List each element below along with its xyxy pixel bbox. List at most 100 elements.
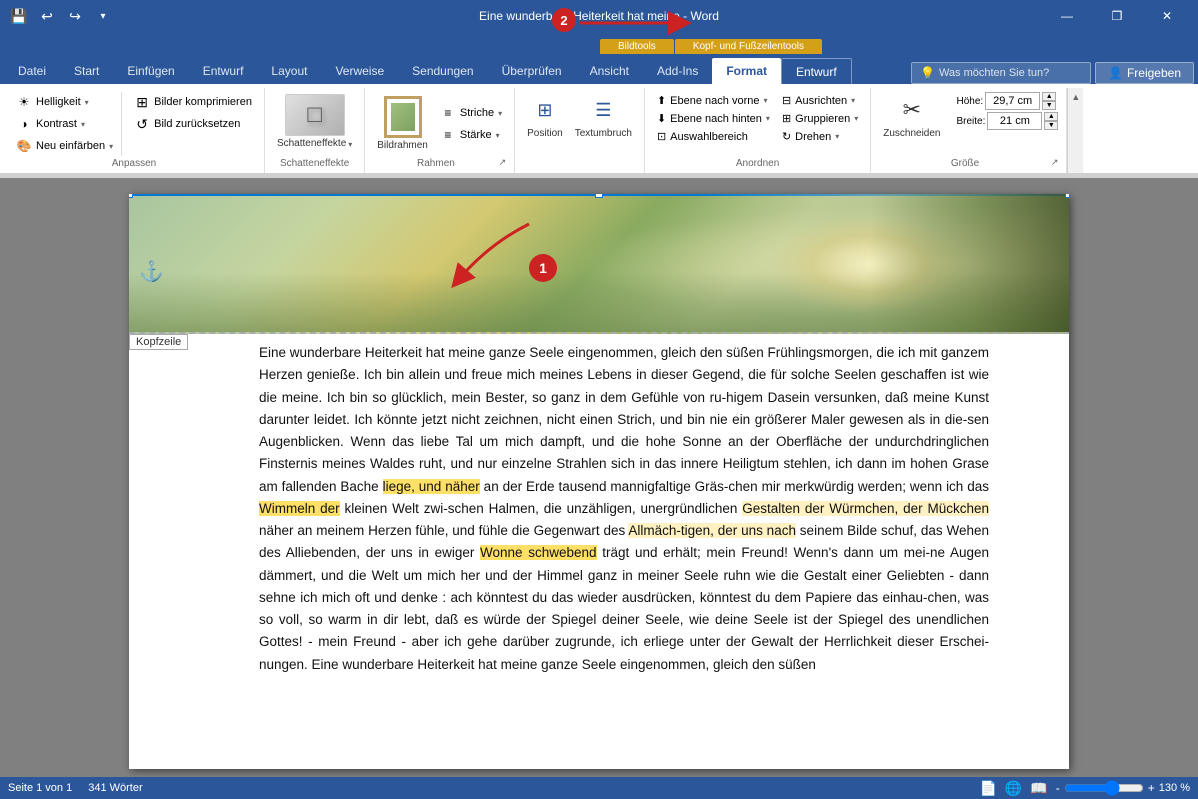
- grosse-label: Größe: [879, 156, 1051, 169]
- breite-label: Breite:: [956, 116, 985, 127]
- zuschneiden-button[interactable]: ✂ Zuschneiden: [879, 92, 944, 142]
- textumbruch-button[interactable]: ☰ Textumbruch: [571, 92, 636, 142]
- context-tab-bildtools[interactable]: Bildtools: [600, 39, 674, 54]
- helligkeit-button[interactable]: ☀ Helligkeit ▾: [12, 92, 117, 112]
- highlight-4: Allmäch-tigen, der uns nach: [628, 523, 796, 538]
- helligkeit-icon: ☀: [16, 94, 32, 110]
- web-view-icon[interactable]: 🌐: [1005, 780, 1022, 797]
- header-section: Kopfzeile Eine wunderbare Heiterkeit hat…: [129, 334, 1069, 692]
- minimize-button[interactable]: —: [1044, 0, 1090, 32]
- print-view-icon[interactable]: 📄: [979, 780, 996, 797]
- ribbon-group-grosse: ✂ Zuschneiden Höhe: ▲ ▼ Breite: ▲: [871, 88, 1067, 173]
- hohe-down-button[interactable]: ▼: [1042, 101, 1056, 110]
- breite-row: Breite: ▲ ▼: [956, 112, 1058, 130]
- hohe-up-button[interactable]: ▲: [1042, 92, 1056, 101]
- bildrahmen-icon: [384, 96, 422, 138]
- drehen-button[interactable]: ↻ Drehen ▾: [778, 128, 862, 145]
- striche-button[interactable]: ≡ Striche ▾: [436, 103, 506, 123]
- ebene-vorne-button[interactable]: ⬆ Ebene nach vorne ▾: [653, 92, 774, 109]
- zoom-out-button[interactable]: -: [1056, 781, 1060, 795]
- ribbon-group-rahmen: Bildrahmen ≡ Striche ▾ ≡ Stärke ▾ Rahmen…: [365, 88, 515, 173]
- hohe-label: Höhe:: [956, 96, 983, 107]
- tab-uberprufen[interactable]: Überprüfen: [488, 58, 576, 84]
- tab-add-ins[interactable]: Add-Ins: [643, 58, 712, 84]
- schatteneffekte-button[interactable]: □ Schatteneffekte ▾: [273, 92, 356, 152]
- resize-handle-top[interactable]: [595, 194, 603, 198]
- tell-me-search[interactable]: 💡 Was möchten Sie tun?: [911, 62, 1091, 84]
- bildrahmen-button[interactable]: Bildrahmen: [373, 94, 432, 154]
- save-icon[interactable]: 💾: [8, 5, 30, 27]
- tab-einfugen[interactable]: Einfügen: [113, 58, 188, 84]
- position-content: ⊞ Position ☰ Textumbruch: [523, 92, 636, 169]
- tab-layout[interactable]: Layout: [257, 58, 321, 84]
- hohe-spinners: ▲ ▼: [1042, 92, 1056, 110]
- align-icon: ⊟: [782, 94, 791, 107]
- hohe-input[interactable]: [985, 92, 1040, 110]
- schatteneffekte-content: □ Schatteneffekte ▾: [273, 92, 356, 156]
- read-view-icon[interactable]: 📖: [1030, 780, 1047, 797]
- bild-zurucksetzen-button[interactable]: ↺ Bild zurücksetzen: [130, 114, 256, 134]
- size-inputs: Höhe: ▲ ▼ Breite: ▲ ▼: [956, 92, 1058, 130]
- signin-button[interactable]: 👤 Freigeben: [1095, 62, 1194, 84]
- tab-start[interactable]: Start: [60, 58, 113, 84]
- group-icon: ⊞: [782, 112, 791, 125]
- grosse-dialog-launcher[interactable]: ↗: [1051, 157, 1059, 168]
- rahmen-dialog-launcher[interactable]: ↗: [499, 157, 507, 168]
- zoom-slider[interactable]: [1064, 780, 1144, 796]
- restore-button[interactable]: ❒: [1094, 0, 1140, 32]
- gruppieren-button[interactable]: ⊞ Gruppieren ▾: [778, 110, 862, 127]
- ribbon-tabs-bar: Datei Start Einfügen Entwurf Layout Verw…: [0, 54, 1198, 84]
- lightbulb-icon: 💡: [920, 66, 935, 80]
- highlight-1: liege, und näher: [383, 479, 480, 494]
- rahmen-label: Rahmen: [373, 156, 498, 169]
- bilder-komprimieren-button[interactable]: ⊞ Bilder komprimieren: [130, 92, 256, 112]
- tab-ansicht[interactable]: Ansicht: [576, 58, 643, 84]
- starke-button[interactable]: ≡ Stärke ▾: [436, 125, 506, 145]
- kontrast-button[interactable]: ◑ Kontrast ▾: [12, 114, 117, 134]
- title-bar-left: 💾 ↩ ↪ ▾: [8, 5, 114, 27]
- tab-entwurf-context[interactable]: Entwurf: [781, 58, 852, 84]
- dropdown-arrow-icon: ▾: [496, 131, 500, 140]
- tab-datei[interactable]: Datei: [4, 58, 60, 84]
- dropdown-arrow-icon: ▾: [763, 96, 767, 105]
- position-button[interactable]: ⊞ Position: [523, 92, 567, 142]
- textumbruch-icon: ☰: [587, 94, 619, 126]
- anordnen-content: ⬆ Ebene nach vorne ▾ ⬇ Ebene nach hinten…: [653, 92, 862, 156]
- undo-icon[interactable]: ↩: [36, 5, 58, 27]
- breite-up-button[interactable]: ▲: [1044, 112, 1058, 121]
- zoom-in-button[interactable]: +: [1148, 781, 1155, 795]
- annotation-arrow: [580, 8, 700, 38]
- anpassen-label: Anpassen: [12, 156, 256, 169]
- breite-input[interactable]: [987, 112, 1042, 130]
- tab-format[interactable]: Format: [712, 58, 781, 84]
- highlight-3: Gestalten der Würmchen, der Mückchen: [742, 501, 989, 516]
- compress-icon: ⊞: [134, 94, 150, 110]
- resize-handle-top-right[interactable]: [1065, 194, 1069, 198]
- dropdown-arrow-icon: ▾: [835, 132, 839, 141]
- header-image[interactable]: ⚓ 1: [129, 194, 1069, 334]
- ebene-hinten-button[interactable]: ⬇ Ebene nach hinten ▾: [653, 110, 774, 127]
- resize-handle-top-left[interactable]: [129, 194, 133, 198]
- ribbon-right: 💡 Was möchten Sie tun? 👤 Freigeben: [911, 62, 1194, 84]
- context-tab-kopf-fusszeile[interactable]: Kopf- und Fußzeilentools: [675, 39, 822, 54]
- document-area: ⚓ 1 Kopfzeile Eine wunderbare: [0, 178, 1198, 785]
- tab-verweise[interactable]: Verweise: [321, 58, 398, 84]
- redo-icon[interactable]: ↪: [64, 5, 86, 27]
- ribbon-collapse-handle[interactable]: ▲: [1067, 88, 1083, 173]
- neu-einfarben-button[interactable]: 🎨 Neu einfärben ▾: [12, 136, 117, 156]
- ausrichten-button[interactable]: ⊟ Ausrichten ▾: [778, 92, 862, 109]
- breite-down-button[interactable]: ▼: [1044, 121, 1058, 130]
- word-count: 341 Wörter: [88, 782, 142, 794]
- auswahlbereich-button[interactable]: ⊡ Auswahlbereich: [653, 128, 774, 145]
- anordnen-label: Anordnen: [653, 156, 862, 169]
- customize-quick-access-icon[interactable]: ▾: [92, 5, 114, 27]
- reset-icon: ↺: [134, 116, 150, 132]
- position-icon: ⊞: [529, 94, 561, 126]
- annotation-badge-1: 1: [529, 254, 557, 282]
- ribbon-group-anordnen: ⬆ Ebene nach vorne ▾ ⬇ Ebene nach hinten…: [645, 88, 871, 173]
- selection-pane-icon: ⊡: [657, 130, 666, 143]
- close-button[interactable]: ✕: [1144, 0, 1190, 32]
- tab-entwurf[interactable]: Entwurf: [189, 58, 258, 84]
- striche-icon: ≡: [440, 105, 456, 121]
- tab-sendungen[interactable]: Sendungen: [398, 58, 487, 84]
